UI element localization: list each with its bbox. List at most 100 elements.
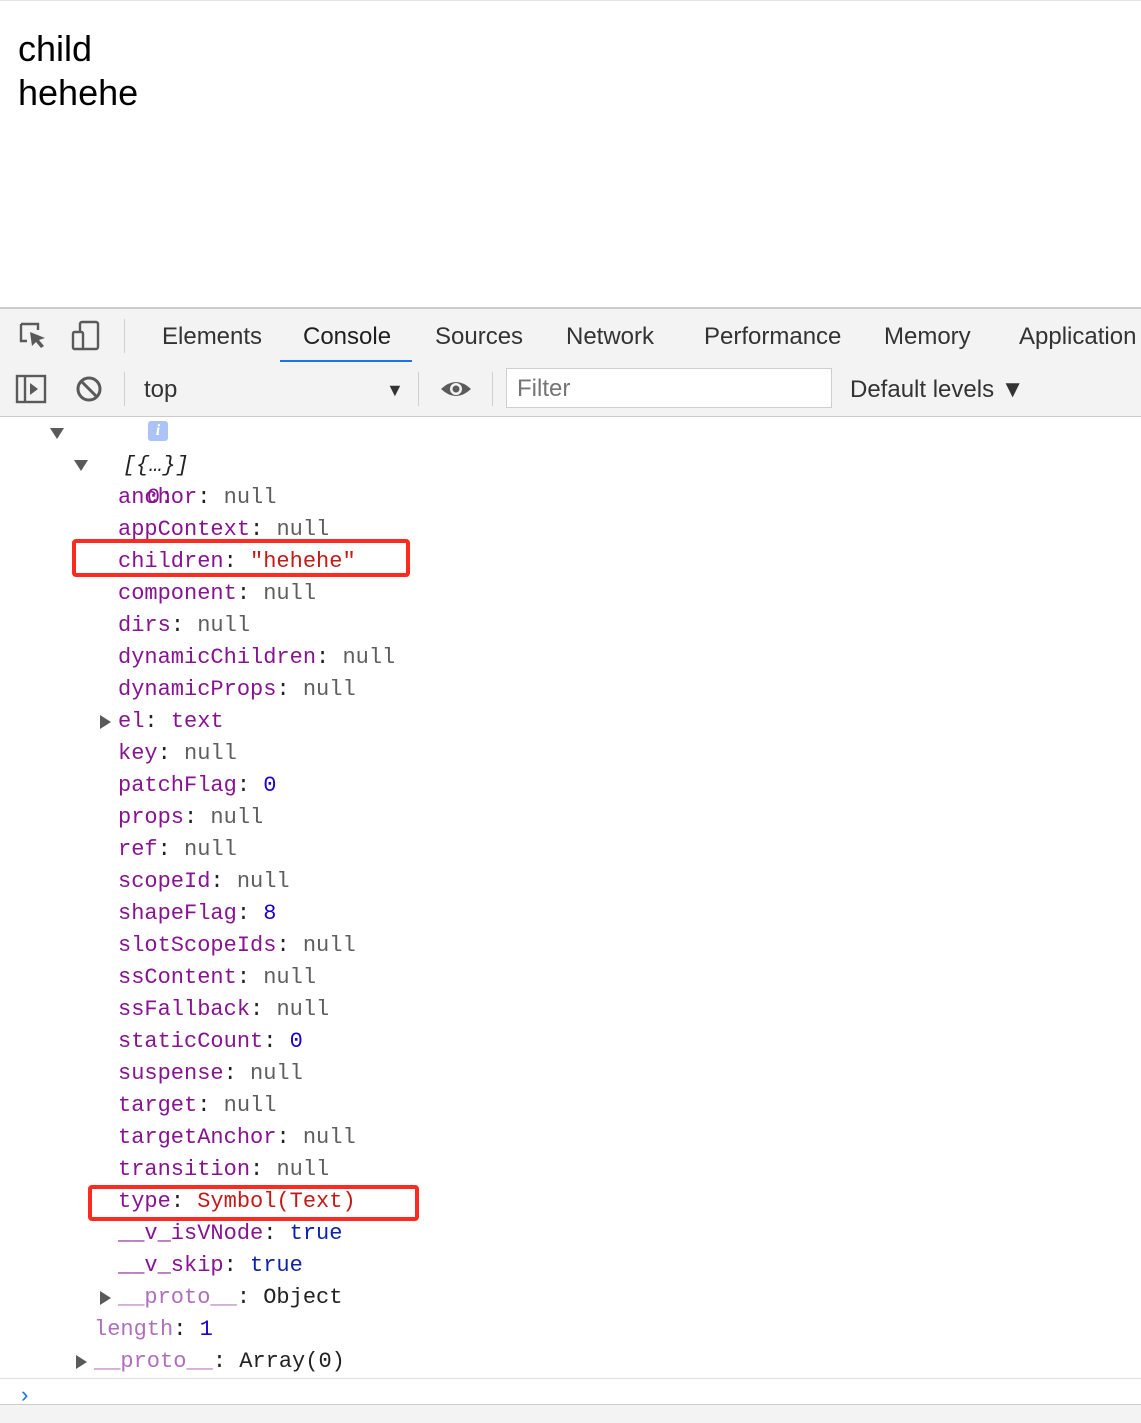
highlight-box-type [88, 1185, 419, 1221]
property-row-transition: transition: null [118, 1157, 330, 1182]
expand-triangle-icon[interactable] [50, 428, 64, 439]
property-key: __v_isVNode [118, 1221, 264, 1246]
tab-console[interactable]: Console [303, 309, 391, 363]
filter-input[interactable]: Filter [506, 368, 832, 408]
info-icon[interactable]: i [148, 421, 168, 441]
tab-performance[interactable]: Performance [704, 309, 841, 363]
property-key: targetAnchor [118, 1125, 277, 1150]
property-value: Array(0) [239, 1349, 345, 1374]
property-key: slotScopeIds [118, 933, 277, 958]
bottom-drawer-bar [0, 1404, 1141, 1423]
live-expression-eye-icon[interactable] [439, 377, 473, 401]
property-value: null [276, 997, 330, 1022]
devtools-tab-bar: Elements Console Sources Network Perform… [0, 307, 1141, 364]
property-value: null [250, 1061, 303, 1086]
property-row-slotscopeids: slotScopeIds: null [118, 933, 356, 958]
property-key: key [118, 741, 158, 766]
console-toolbar: top ▼ Filter Default levels ▼ [0, 362, 1141, 417]
inspect-element-icon[interactable] [18, 321, 48, 351]
clear-console-icon[interactable] [75, 375, 103, 403]
property-row-patchflag: patchFlag: 0 [118, 773, 277, 798]
property-value: null [197, 613, 251, 638]
property-value: true [250, 1253, 303, 1278]
property-row-proto[interactable]: __proto__: Object [118, 1282, 342, 1314]
tab-network[interactable]: Network [566, 309, 654, 363]
property-row-anchor: anchor: null [118, 485, 277, 510]
property-key: shapeFlag [118, 901, 237, 926]
property-key: transition [118, 1157, 251, 1182]
property-value: 1 [199, 1317, 213, 1342]
property-row-dynamicchildren: dynamicChildren: null [118, 645, 396, 670]
property-value: null [263, 581, 317, 606]
property-value: null [302, 933, 356, 958]
execution-context-select[interactable]: top [144, 376, 177, 404]
property-row-ref: ref: null [118, 837, 237, 862]
property-key: __v_skip [118, 1253, 224, 1278]
tab-application[interactable]: Application [1019, 309, 1136, 363]
property-key: ssContent [118, 965, 237, 990]
property-key: component [118, 581, 237, 606]
property-value: Object [263, 1285, 343, 1310]
property-row-sscontent: ssContent: null [118, 965, 317, 990]
tab-sources[interactable]: Sources [435, 309, 523, 363]
property-key: el [118, 709, 145, 734]
property-key: props [118, 805, 185, 830]
property-row-suspense: suspense: null [118, 1061, 303, 1086]
toolbar-divider [492, 372, 493, 406]
property-row-shapeflag: shapeFlag: 8 [118, 901, 277, 926]
property-key: dynamicChildren [118, 645, 317, 670]
property-value: 0 [263, 773, 277, 798]
property-key: dirs [118, 613, 171, 638]
property-row-el[interactable]: el: text [118, 706, 224, 738]
chevron-down-icon[interactable]: ▼ [386, 380, 404, 401]
property-value: null [302, 677, 356, 702]
property-key: ssFallback [118, 997, 251, 1022]
toolbar-divider [418, 372, 419, 406]
array-proto-row[interactable]: __proto__: Array(0) [94, 1346, 345, 1378]
toolbar-divider [124, 319, 125, 353]
property-value: null [263, 965, 317, 990]
property-key: __proto__ [118, 1285, 237, 1310]
property-key: target [118, 1093, 198, 1118]
property-key: __proto__ [94, 1349, 213, 1374]
property-row-scopeid: scopeId: null [118, 869, 290, 894]
page-viewport: child hehehe [0, 0, 1141, 308]
array-preview[interactable]: [{…}] [70, 418, 189, 478]
page-text-child: child [18, 28, 93, 69]
property-row-key: key: null [118, 741, 237, 766]
property-value: null [184, 741, 237, 766]
toolbar-divider [124, 372, 125, 406]
property-value: 0 [289, 1029, 303, 1054]
show-sidebar-icon[interactable] [15, 374, 47, 404]
tab-elements[interactable]: Elements [162, 309, 262, 363]
property-row-vskip: __v_skip: true [118, 1253, 303, 1278]
property-value: null [184, 837, 237, 862]
property-key: staticCount [118, 1029, 264, 1054]
expand-triangle-icon[interactable] [100, 1291, 111, 1305]
device-toolbar-icon[interactable] [70, 319, 104, 353]
property-key: anchor [118, 485, 198, 510]
property-row-dynamicprops: dynamicProps: null [118, 677, 356, 702]
expand-triangle-icon[interactable] [100, 715, 111, 729]
array-index-0[interactable]: 0: [94, 450, 173, 510]
array-length-row: length: 1 [94, 1317, 213, 1342]
property-key: scopeId [118, 869, 211, 894]
property-value: null [276, 1157, 330, 1182]
property-row-target: target: null [118, 1093, 277, 1118]
property-value: text [170, 709, 224, 734]
property-row-component: component: null [118, 581, 317, 606]
property-value: null [223, 485, 277, 510]
property-row-targetanchor: targetAnchor: null [118, 1125, 356, 1150]
property-key: ref [118, 837, 158, 862]
property-value: null [302, 1125, 356, 1150]
property-row-staticcount: staticCount: 0 [118, 1029, 303, 1054]
tab-memory[interactable]: Memory [884, 309, 971, 363]
expand-triangle-icon[interactable] [74, 460, 88, 471]
property-key: patchFlag [118, 773, 237, 798]
property-key: suspense [118, 1061, 224, 1086]
prompt-divider [0, 1378, 1141, 1379]
property-row-ssfallback: ssFallback: null [118, 997, 330, 1022]
page-text-hehehe: hehehe [18, 72, 139, 113]
expand-triangle-icon[interactable] [76, 1355, 87, 1369]
log-levels-dropdown[interactable]: Default levels ▼ [850, 376, 1025, 404]
